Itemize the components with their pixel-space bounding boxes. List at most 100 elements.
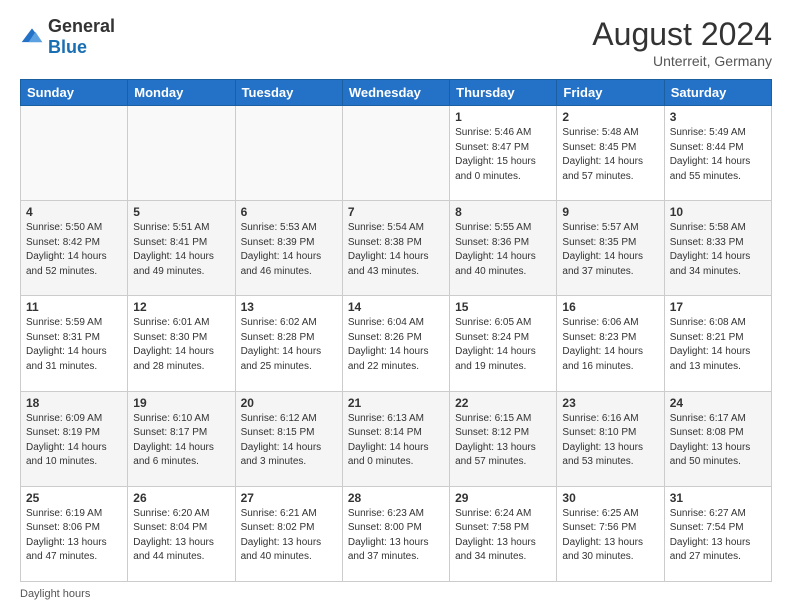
day-info: Sunrise: 5:55 AM Sunset: 8:36 PM Dayligh… [455, 221, 551, 279]
table-row: 23 Sunrise: 6:16 AM Sunset: 8:10 PM Dayli… [557, 391, 664, 486]
day-info: Sunrise: 6:08 AM Sunset: 8:21 PM Dayligh… [670, 316, 766, 374]
logo-blue: Blue [48, 37, 87, 57]
col-wednesday: Wednesday [342, 80, 449, 106]
day-info: Sunrise: 6:21 AM Sunset: 8:02 PM Dayligh… [241, 507, 337, 565]
logo: General Blue [20, 16, 115, 58]
day-number: 14 [348, 300, 444, 314]
day-info: Sunrise: 5:57 AM Sunset: 8:35 PM Dayligh… [562, 221, 658, 279]
table-row [128, 106, 235, 201]
table-row [21, 106, 128, 201]
table-row: 10Sunrise: 5:58 AM Sunset: 8:33 PM Dayli… [664, 201, 771, 296]
logo-text: General Blue [48, 16, 115, 58]
day-info: Sunrise: 6:09 AM Sunset: 8:19 PM Dayligh… [26, 412, 122, 470]
day-info: Sunrise: 5:46 AM Sunset: 8:47 PM Dayligh… [455, 126, 551, 184]
table-row: 25 Sunrise: 6:19 AM Sunset: 8:06 PM Dayli… [21, 486, 128, 581]
day-number: 8 [455, 205, 551, 219]
footer-text: Daylight hours [20, 588, 90, 600]
calendar-table: Sunday Monday Tuesday Wednesday Thursday… [20, 79, 772, 582]
day-number: 9 [562, 205, 658, 219]
table-row: 4Sunrise: 5:50 AM Sunset: 8:42 PM Daylig… [21, 201, 128, 296]
day-info: Sunrise: 6:17 AM Sunset: 8:08 PM Dayligh… [670, 412, 766, 470]
table-row: 5 Sunrise: 5:51 AM Sunset: 8:41 PM Daylig… [128, 201, 235, 296]
day-info: Sunrise: 6:24 AM Sunset: 7:58 PM Dayligh… [455, 507, 551, 565]
calendar-week-4: 18 Sunrise: 6:09 AM Sunset: 8:19 PM Dayli… [21, 391, 772, 486]
table-row: 27Sunrise: 6:21 AM Sunset: 8:02 PM Dayli… [235, 486, 342, 581]
day-info: Sunrise: 6:25 AM Sunset: 7:56 PM Dayligh… [562, 507, 658, 565]
table-row: 22 Sunrise: 6:15 AM Sunset: 8:12 PM Dayli… [450, 391, 557, 486]
table-row: 28 Sunrise: 6:23 AM Sunset: 8:00 PM Dayli… [342, 486, 449, 581]
day-info: Sunrise: 5:49 AM Sunset: 8:44 PM Dayligh… [670, 126, 766, 184]
table-row: 11 Sunrise: 5:59 AM Sunset: 8:31 PM Dayli… [21, 296, 128, 391]
day-info: Sunrise: 6:01 AM Sunset: 8:30 PM Dayligh… [133, 316, 229, 374]
day-number: 17 [670, 300, 766, 314]
day-number: 18 [26, 396, 122, 410]
footer: Daylight hours [20, 588, 772, 600]
day-info: Sunrise: 6:19 AM Sunset: 8:06 PM Dayligh… [26, 507, 122, 565]
col-tuesday: Tuesday [235, 80, 342, 106]
day-number: 30 [562, 491, 658, 505]
table-row [342, 106, 449, 201]
day-number: 2 [562, 110, 658, 124]
table-row: 14 Sunrise: 6:04 AM Sunset: 8:26 PM Dayli… [342, 296, 449, 391]
day-info: Sunrise: 6:16 AM Sunset: 8:10 PM Dayligh… [562, 412, 658, 470]
table-row: 20Sunrise: 6:12 AM Sunset: 8:15 PM Dayli… [235, 391, 342, 486]
day-number: 31 [670, 491, 766, 505]
day-number: 15 [455, 300, 551, 314]
day-number: 25 [26, 491, 122, 505]
logo-icon [20, 25, 44, 49]
day-number: 19 [133, 396, 229, 410]
table-row [235, 106, 342, 201]
table-row: 24Sunrise: 6:17 AM Sunset: 8:08 PM Dayli… [664, 391, 771, 486]
day-number: 20 [241, 396, 337, 410]
day-number: 1 [455, 110, 551, 124]
day-info: Sunrise: 6:15 AM Sunset: 8:12 PM Dayligh… [455, 412, 551, 470]
day-number: 7 [348, 205, 444, 219]
calendar-week-5: 25 Sunrise: 6:19 AM Sunset: 8:06 PM Dayli… [21, 486, 772, 581]
day-number: 5 [133, 205, 229, 219]
table-row: 21Sunrise: 6:13 AM Sunset: 8:14 PM Dayli… [342, 391, 449, 486]
day-info: Sunrise: 5:54 AM Sunset: 8:38 PM Dayligh… [348, 221, 444, 279]
table-row: 7 Sunrise: 5:54 AM Sunset: 8:38 PM Daylig… [342, 201, 449, 296]
day-number: 28 [348, 491, 444, 505]
day-info: Sunrise: 6:23 AM Sunset: 8:00 PM Dayligh… [348, 507, 444, 565]
table-row: 2 Sunrise: 5:48 AM Sunset: 8:45 PM Daylig… [557, 106, 664, 201]
day-number: 29 [455, 491, 551, 505]
day-number: 6 [241, 205, 337, 219]
calendar-header-row: Sunday Monday Tuesday Wednesday Thursday… [21, 80, 772, 106]
table-row: 30 Sunrise: 6:25 AM Sunset: 7:56 PM Dayli… [557, 486, 664, 581]
calendar-week-2: 4Sunrise: 5:50 AM Sunset: 8:42 PM Daylig… [21, 201, 772, 296]
day-info: Sunrise: 5:50 AM Sunset: 8:42 PM Dayligh… [26, 221, 122, 279]
day-number: 11 [26, 300, 122, 314]
day-number: 23 [562, 396, 658, 410]
month-year: August 2024 [592, 16, 772, 53]
logo-general: General [48, 16, 115, 36]
table-row: 26 Sunrise: 6:20 AM Sunset: 8:04 PM Dayli… [128, 486, 235, 581]
day-number: 22 [455, 396, 551, 410]
day-info: Sunrise: 6:02 AM Sunset: 8:28 PM Dayligh… [241, 316, 337, 374]
table-row: 29 Sunrise: 6:24 AM Sunset: 7:58 PM Dayli… [450, 486, 557, 581]
col-thursday: Thursday [450, 80, 557, 106]
day-info: Sunrise: 6:20 AM Sunset: 8:04 PM Dayligh… [133, 507, 229, 565]
col-friday: Friday [557, 80, 664, 106]
table-row: 16 Sunrise: 6:06 AM Sunset: 8:23 PM Dayli… [557, 296, 664, 391]
col-sunday: Sunday [21, 80, 128, 106]
table-row: 13 Sunrise: 6:02 AM Sunset: 8:28 PM Dayli… [235, 296, 342, 391]
day-number: 10 [670, 205, 766, 219]
calendar-week-3: 11 Sunrise: 5:59 AM Sunset: 8:31 PM Dayli… [21, 296, 772, 391]
calendar-week-1: 1 Sunrise: 5:46 AM Sunset: 8:47 PM Daylig… [21, 106, 772, 201]
day-number: 26 [133, 491, 229, 505]
day-info: Sunrise: 6:04 AM Sunset: 8:26 PM Dayligh… [348, 316, 444, 374]
day-info: Sunrise: 6:10 AM Sunset: 8:17 PM Dayligh… [133, 412, 229, 470]
day-info: Sunrise: 5:59 AM Sunset: 8:31 PM Dayligh… [26, 316, 122, 374]
title-block: August 2024 Unterreit, Germany [592, 16, 772, 69]
table-row: 8 Sunrise: 5:55 AM Sunset: 8:36 PM Daylig… [450, 201, 557, 296]
day-info: Sunrise: 6:13 AM Sunset: 8:14 PM Dayligh… [348, 412, 444, 470]
table-row: 17 Sunrise: 6:08 AM Sunset: 8:21 PM Dayli… [664, 296, 771, 391]
day-info: Sunrise: 5:51 AM Sunset: 8:41 PM Dayligh… [133, 221, 229, 279]
day-number: 13 [241, 300, 337, 314]
day-info: Sunrise: 6:06 AM Sunset: 8:23 PM Dayligh… [562, 316, 658, 374]
day-info: Sunrise: 6:05 AM Sunset: 8:24 PM Dayligh… [455, 316, 551, 374]
day-number: 12 [133, 300, 229, 314]
day-number: 16 [562, 300, 658, 314]
day-info: Sunrise: 5:48 AM Sunset: 8:45 PM Dayligh… [562, 126, 658, 184]
